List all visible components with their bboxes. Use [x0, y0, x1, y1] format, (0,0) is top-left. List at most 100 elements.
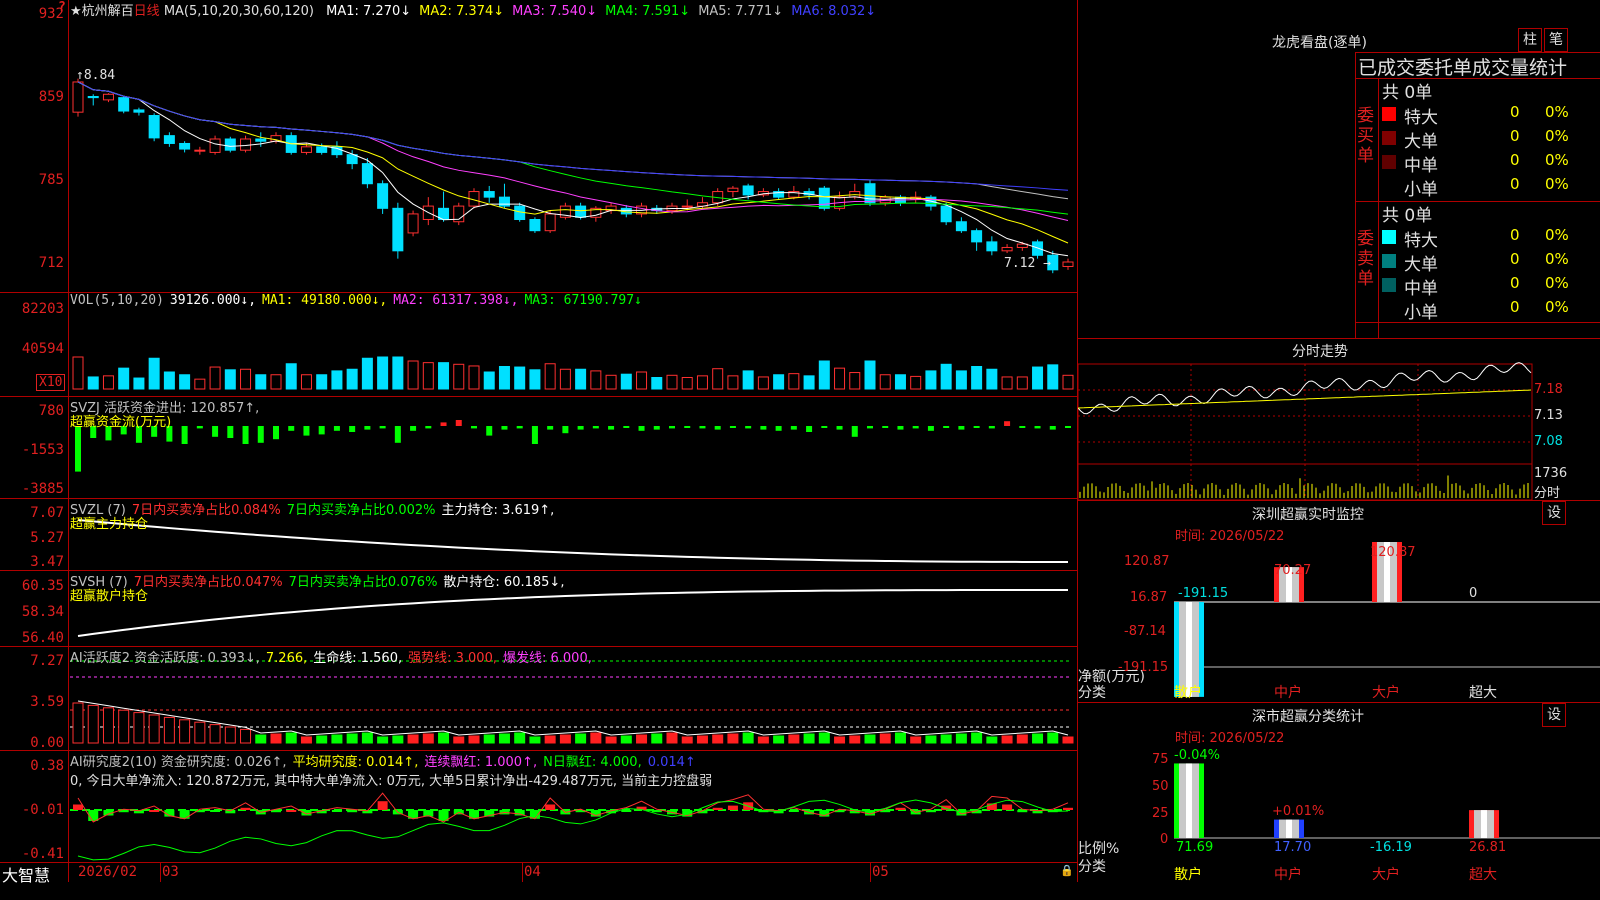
flow-bar	[973, 426, 980, 428]
flow-bar	[212, 426, 219, 437]
ai1-bar	[605, 736, 617, 744]
svzl-line	[77, 519, 1069, 563]
flow-bar	[394, 426, 401, 443]
svzl-tick: 7.07	[30, 505, 64, 521]
volume-bar	[529, 369, 541, 390]
bar-mode-button[interactable]: 柱	[1518, 28, 1542, 52]
ai1-bar	[483, 734, 495, 744]
ai1-bar	[224, 726, 236, 744]
size-swatch	[1382, 254, 1396, 268]
ai1-bar	[255, 734, 267, 744]
volume-bar	[925, 370, 937, 390]
volume-bar	[102, 375, 114, 390]
ai1-bar	[377, 736, 389, 744]
dragon-tabs[interactable]: 已成交委托单成交量统计	[1358, 53, 1567, 80]
flow-bar	[501, 426, 508, 430]
ai2-bar	[286, 810, 297, 812]
order-pct: 0%	[1545, 250, 1569, 268]
flow-bar	[227, 426, 234, 438]
svzj-tick: -3885	[21, 481, 64, 497]
ai1-bar	[270, 733, 282, 744]
ai1-bar	[209, 724, 221, 744]
ai1-bar	[879, 733, 891, 744]
monitor-bar-value: 120.87	[1370, 545, 1416, 560]
classify-category: 中户	[1274, 867, 1302, 883]
volume-bar	[742, 370, 754, 390]
flow-bar	[897, 426, 904, 430]
volume-bar	[757, 376, 769, 390]
ai1-bar	[102, 707, 114, 744]
size-swatch	[1382, 230, 1396, 244]
volume-bar	[559, 368, 571, 390]
ai1-bar	[316, 735, 328, 744]
classify-top-value: +0.01%	[1272, 804, 1325, 819]
classify-category: 大户	[1372, 867, 1400, 883]
order-count: 0	[1510, 103, 1520, 121]
ai2-tick: 0.38	[30, 758, 64, 774]
ai1-bar	[727, 733, 739, 744]
ai2-header: AI研究度2(10) 资金研究度: 0.026↑, 平均研究度: 0.014↑, 连…	[70, 751, 702, 770]
ai1-bar	[681, 736, 693, 744]
volume-bar	[285, 363, 297, 390]
ai2-bar	[331, 810, 342, 812]
volume-bar	[636, 371, 648, 390]
order-count: 0	[1510, 127, 1520, 145]
ai1-bar	[331, 734, 343, 744]
order-total: 共 0单	[1382, 83, 1433, 103]
order-name: 特大	[1404, 231, 1438, 251]
classify-bottom-value: 71.69	[1176, 840, 1214, 855]
indicator-value: 生命线: 1.560,	[313, 651, 403, 666]
volume-bar	[498, 366, 510, 390]
flow-bar	[562, 426, 569, 434]
monitor-panel[interactable]: 深圳超赢实时监控 设 时间: 2026/05/22 120.87 16.87 -…	[1078, 500, 1600, 702]
ai1-bar	[1032, 733, 1044, 744]
lock-icon[interactable]: 🔒	[1060, 864, 1074, 877]
ai1-bar	[407, 734, 419, 744]
order-count: 0	[1510, 274, 1520, 292]
intraday-price: 7.13	[1534, 408, 1563, 423]
indicator-value: 平均研究度: 0.014↑,	[292, 755, 419, 770]
svzl-subtitle: 超赢主力持仓	[70, 517, 149, 532]
tick-mode-button[interactable]: 笔	[1544, 28, 1568, 52]
flow-bar	[273, 426, 279, 440]
flow-bar	[806, 426, 813, 432]
ai1-bar	[559, 734, 571, 744]
ai2-bar	[895, 807, 906, 810]
flow-bar	[242, 426, 249, 444]
ai1-bar	[803, 733, 815, 744]
flow-bar	[440, 422, 447, 426]
ai2-green-line	[77, 799, 1069, 861]
flow-bar	[669, 426, 675, 429]
brand-label: 大智慧	[2, 866, 51, 885]
svzl-tick: 5.27	[30, 530, 64, 546]
ai1-bar	[986, 736, 998, 744]
intraday-price: 7.08	[1534, 434, 1563, 449]
indicator-value: 爆发线: 6.000,	[503, 651, 592, 666]
volume-bar	[453, 363, 465, 390]
volume-bar	[788, 373, 800, 390]
intraday-panel[interactable]: 分时走势 7.18 7.13 7.08 1736 分时	[1078, 338, 1600, 501]
ai1-bar	[285, 732, 297, 744]
order-pct: 0%	[1545, 103, 1569, 121]
ai1-bar	[636, 734, 648, 744]
volume-bar	[651, 377, 663, 390]
svzl-tick: 3.47	[30, 554, 64, 570]
size-swatch	[1382, 155, 1396, 169]
ai1-bar	[453, 736, 465, 744]
size-swatch	[1382, 107, 1396, 121]
indicator-value: 7日内买卖净占比0.002%	[286, 503, 436, 518]
ai2-bar	[712, 807, 723, 810]
flow-bar	[912, 426, 919, 429]
order-pct: 0%	[1545, 175, 1569, 193]
flow-bar	[988, 426, 995, 429]
ai1-bar	[346, 733, 358, 744]
dragon-panel: 龙虎看盘(逐单) 柱 笔 已成交委托单成交量统计 委买单共 0单 特大 0 0% 大单 0…	[1078, 0, 1600, 338]
ai2-tick: -0.41	[21, 846, 64, 862]
left-chart-area[interactable]: 932 859 785 712 ? ★杭州解百日线 MA(5,10,20,30,…	[0, 0, 1077, 885]
volume-bar	[666, 374, 678, 390]
flow-bar	[516, 426, 523, 429]
volume-bar	[483, 371, 495, 390]
side-label: 委卖单	[1357, 229, 1374, 289]
ai1-tick: 0.00	[30, 735, 64, 751]
classify-panel[interactable]: 深市超赢分类统计 设 时间: 2026/05/22 75 50 25 0 比例%…	[1078, 702, 1600, 883]
